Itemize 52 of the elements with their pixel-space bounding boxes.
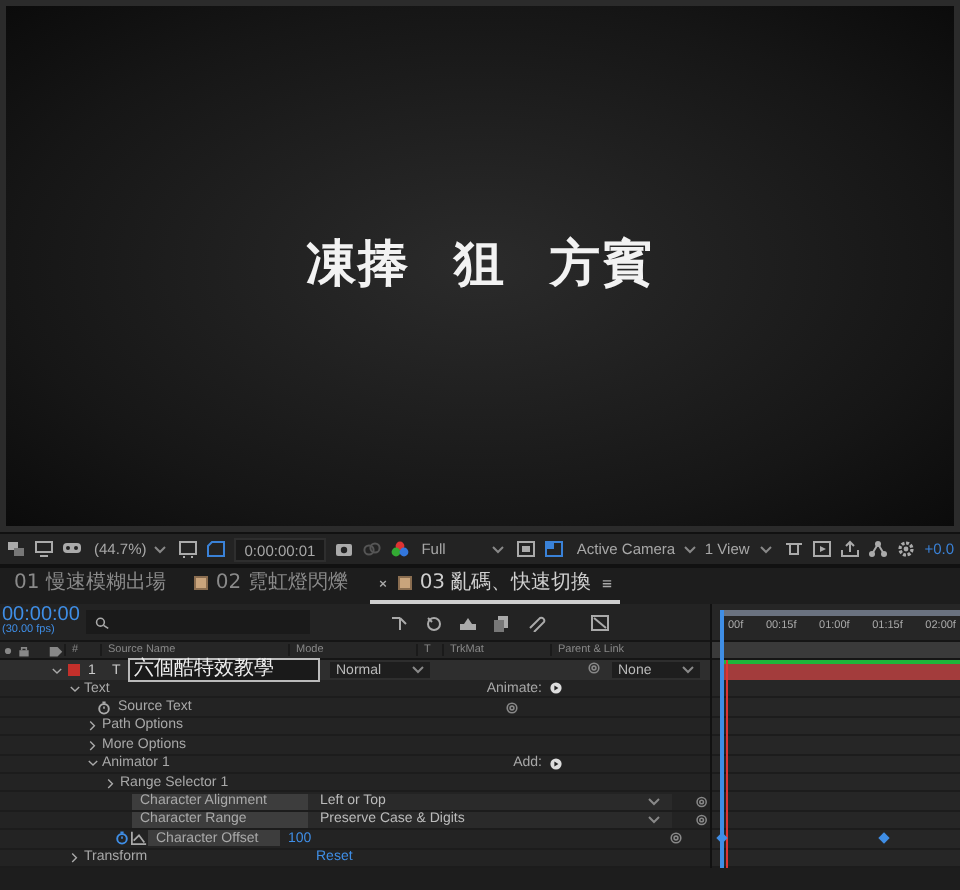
- monitor-icon[interactable]: [34, 540, 54, 558]
- canvas-text: 方賓: [550, 231, 654, 295]
- pick-whip-icon[interactable]: [504, 699, 520, 716]
- twirl-icon[interactable]: [67, 850, 81, 865]
- motion-blur-icon[interactable]: [492, 613, 512, 631]
- twirl-icon[interactable]: [85, 756, 99, 771]
- lock-icon[interactable]: [16, 643, 32, 657]
- twirl-icon[interactable]: [67, 681, 81, 696]
- settings-icon[interactable]: [896, 540, 917, 558]
- canvas-text: 狙: [454, 231, 506, 295]
- grid-icon[interactable]: [178, 540, 199, 558]
- composition-tab[interactable]: 01 慢速模糊出場: [8, 570, 172, 604]
- caret-icon: [683, 545, 696, 553]
- menu-icon[interactable]: [599, 575, 614, 589]
- twirl-icon[interactable]: [49, 663, 63, 677]
- color-channels-icon[interactable]: [389, 540, 410, 558]
- paperclip-icon[interactable]: [526, 613, 546, 631]
- frame-blend-icon[interactable]: [458, 613, 478, 631]
- fit-icon[interactable]: [516, 540, 537, 558]
- caret-icon: [154, 545, 167, 553]
- camera-icon[interactable]: [333, 540, 354, 558]
- shy-icon[interactable]: [424, 613, 444, 631]
- caret-icon: [412, 666, 424, 674]
- stopwatch-icon[interactable]: [96, 699, 112, 716]
- network-icon[interactable]: [868, 540, 889, 558]
- twirl-icon[interactable]: [85, 737, 99, 752]
- export-frame-icon[interactable]: [840, 540, 861, 558]
- close-icon[interactable]: [375, 575, 390, 589]
- stopwatch-icon[interactable]: [114, 830, 130, 847]
- twirl-icon[interactable]: [85, 718, 99, 733]
- add-menu-icon[interactable]: [548, 755, 564, 772]
- caret-icon: [760, 545, 773, 553]
- caret-icon: [492, 545, 505, 553]
- pick-whip-icon[interactable]: [586, 660, 602, 676]
- region-icon[interactable]: [206, 540, 227, 558]
- composition-tab[interactable]: 02 霓虹燈閃爍: [187, 570, 354, 604]
- draft-3d-icon[interactable]: [390, 613, 410, 631]
- eye-icon[interactable]: [0, 643, 16, 657]
- mask-icon[interactable]: [62, 540, 82, 558]
- canvas-text: 凍捧: [306, 231, 410, 295]
- search-icon[interactable]: [94, 615, 110, 629]
- layer-name-field[interactable]: 六個酷特效教學: [128, 658, 320, 682]
- caret-icon: [682, 666, 694, 674]
- layers-icon[interactable]: [6, 540, 26, 558]
- keyframe-icon[interactable]: [878, 832, 890, 845]
- graph-icon[interactable]: [130, 830, 148, 847]
- label-color-swatch[interactable]: [68, 664, 80, 676]
- twirl-icon[interactable]: [103, 775, 117, 790]
- search-field[interactable]: [86, 610, 310, 634]
- current-time[interactable]: 00:00:00: [2, 606, 74, 627]
- graph-editor-icon[interactable]: [590, 613, 610, 631]
- add-menu-icon[interactable]: [548, 680, 564, 697]
